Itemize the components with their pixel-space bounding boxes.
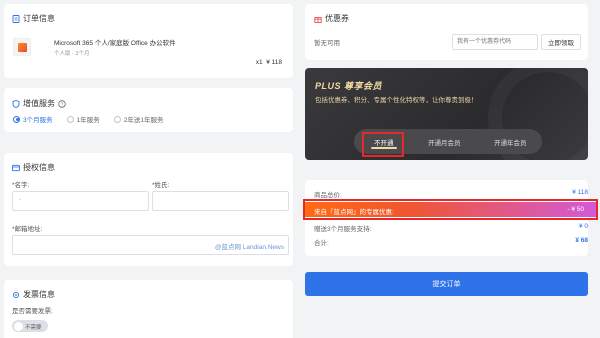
promo-highlight-box	[303, 199, 598, 220]
value-add-title: 增值服务	[23, 99, 55, 108]
auth-info-title: 授权信息	[23, 163, 55, 172]
shield-icon	[12, 99, 20, 108]
id-card-icon	[12, 164, 20, 171]
plus-title: PLUS 尊享会员	[315, 81, 383, 91]
toggle-label: 不需要	[25, 324, 42, 331]
last-name-label: *名字:	[12, 182, 30, 189]
first-name-input[interactable]	[152, 191, 289, 211]
value-add-header: 增值服务 ?	[12, 98, 66, 109]
plus-subtitle: 包括优惠券、积分、专属个性化特权等，让你尊贵到极！	[315, 97, 478, 104]
order-info-title: 订单信息	[23, 14, 55, 23]
order-info-card: 订单信息 Microsoft 365 个人/家庭版 Office 办公软件 个人…	[4, 4, 293, 78]
tab-monthly-membership[interactable]: 开通月会员	[428, 137, 461, 147]
gift-value: ¥ 0	[578, 223, 588, 230]
office-logo-icon	[18, 43, 27, 52]
redeem-coupon-label: 立即领取	[548, 40, 574, 47]
tab-highlight-box	[362, 132, 404, 157]
watermark-text: @蓝点网 Landian.News	[214, 244, 284, 251]
coupon-title: 优惠券	[325, 14, 349, 23]
last-name-input[interactable]: -	[12, 191, 149, 211]
coupon-header: 优惠券	[314, 13, 349, 24]
submit-order-label: 提交订单	[432, 281, 461, 288]
coupon-code-input[interactable]	[452, 34, 538, 50]
product-image	[13, 38, 31, 56]
svg-text:?: ?	[61, 101, 64, 107]
option-2-years-plus-1[interactable]: 2年送1年服务	[113, 114, 163, 124]
value-add-card: 增值服务 ? 3个月服务 1年服务 2年送1年服务	[4, 88, 293, 132]
product-name: Microsoft 365 个人/家庭版 Office 办公软件	[54, 40, 176, 47]
redeem-coupon-button[interactable]: 立即领取	[541, 34, 581, 50]
email-input[interactable]: @蓝点网 Landian.News	[12, 235, 289, 255]
radio-dot	[66, 115, 74, 123]
product-spec: 个人版 - 3个月	[54, 51, 90, 57]
summary-row-gift: 赠送3个月服务支持: ¥ 0	[314, 223, 588, 233]
invoice-header: 发票信息	[12, 289, 55, 300]
settings-icon	[12, 291, 20, 298]
product-qty-price: x1 ¥ 118	[255, 59, 282, 66]
summary-row-subtotal: 商品总价: ¥ 118	[314, 189, 588, 199]
tab-yearly-membership[interactable]: 开通年会员	[494, 137, 527, 147]
gift-icon	[314, 16, 322, 23]
help-icon[interactable]: ?	[58, 99, 66, 108]
order-info-header: 订单信息	[12, 13, 55, 24]
auth-info-card: 授权信息 *名字: - *姓氏: *邮箱地址: @蓝点网 Landian.New…	[4, 153, 293, 266]
invoice-card: 发票信息 是否需要发票: 不需要	[4, 280, 293, 338]
radio-dot	[113, 115, 121, 123]
toggle-knob	[13, 321, 23, 331]
coupon-card: 优惠券 暂无可用 立即领取	[305, 4, 588, 60]
invoice-question: 是否需要发票:	[12, 308, 53, 315]
gift-label: 赠送3个月服务支持:	[314, 226, 372, 233]
subtotal-value: ¥ 118	[572, 189, 588, 196]
first-name-label: *姓氏:	[152, 182, 170, 189]
invoice-toggle[interactable]: 不需要	[12, 320, 48, 332]
radio-dot	[13, 115, 20, 123]
submit-order-button[interactable]: 提交订单	[305, 272, 588, 296]
subtotal-label: 商品总价:	[314, 192, 342, 199]
last-name-value: -	[19, 197, 21, 203]
coupon-status: 暂无可用	[314, 40, 340, 47]
document-icon	[12, 14, 20, 23]
total-label: 合计:	[314, 240, 329, 247]
auth-info-header: 授权信息	[12, 162, 55, 173]
value-add-options: 3个月服务 1年服务 2年送1年服务	[13, 114, 163, 124]
option-3-months[interactable]: 3个月服务	[13, 114, 53, 124]
summary-row-total: 合计: ¥ 68	[314, 237, 588, 247]
total-value: ¥ 68	[575, 237, 588, 244]
option-1-year[interactable]: 1年服务	[66, 114, 100, 124]
invoice-title: 发票信息	[23, 290, 55, 299]
email-label: *邮箱地址:	[12, 226, 43, 233]
